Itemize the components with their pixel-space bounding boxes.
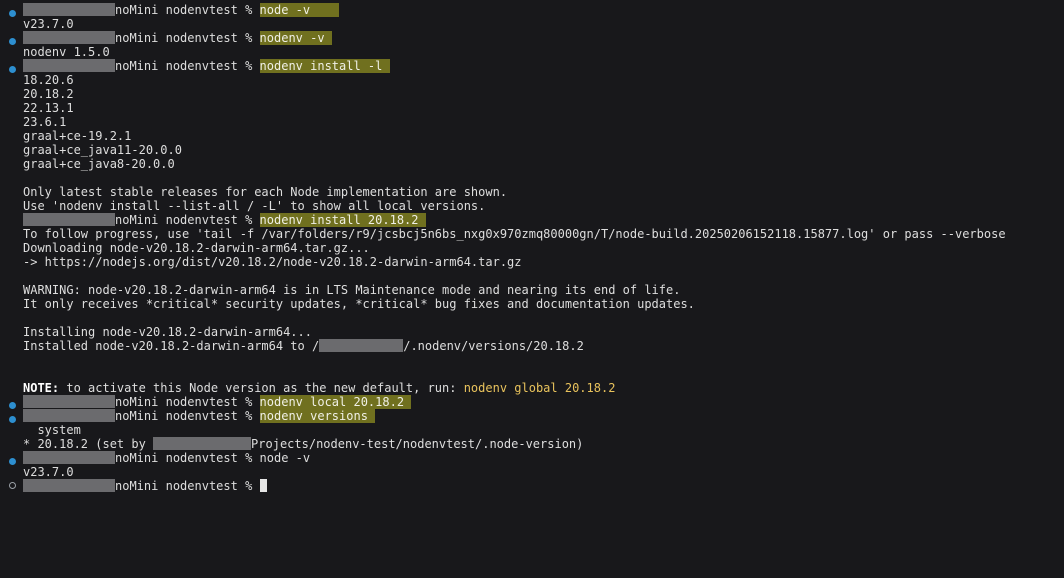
output-line: graal+ce-19.2.1 — [23, 129, 132, 143]
output-line: v23.7.0 — [23, 465, 74, 479]
active-prompt-line[interactable]: noMini nodenvtest % — [23, 479, 267, 493]
prompt-line: noMini nodenvtest % nodenv install 20.18… — [23, 213, 426, 227]
prompt-line: noMini nodenvtest % nodenv local 20.18.2 — [23, 395, 412, 409]
output-line: * 20.18.2 (set by Projects/nodenv-test/n… — [23, 437, 584, 451]
command-status-icon — [9, 416, 16, 423]
output-line: Installed node-v20.18.2-darwin-arm64 to … — [23, 339, 584, 353]
output-line: It only receives *critical* security upd… — [23, 297, 695, 311]
note-line: NOTE: to activate this Node version as t… — [23, 381, 616, 395]
redacted-username — [23, 31, 115, 44]
terminal-output[interactable]: noMini nodenvtest % node -v v23.7.0 noMi… — [0, 0, 1064, 578]
output-line: 20.18.2 — [23, 87, 74, 101]
command-text: nodenv local 20.18.2 — [259, 395, 405, 409]
command-text: node -v — [259, 3, 311, 17]
output-line: Use 'nodenv install --list-all / -L' to … — [23, 199, 486, 213]
output-line: 18.20.6 — [23, 73, 74, 87]
output-line: graal+ce_java8-20.0.0 — [23, 157, 175, 171]
redacted-username — [319, 339, 404, 352]
prompt-line: noMini nodenvtest % nodenv versions — [23, 409, 376, 423]
command-status-icon — [9, 10, 16, 17]
output-line: graal+ce_java11-20.0.0 — [23, 143, 182, 157]
redacted-username — [153, 437, 252, 450]
prompt-line: noMini nodenvtest % nodenv -v — [23, 31, 332, 45]
command-status-icon — [9, 38, 16, 45]
redacted-username — [23, 451, 115, 464]
output-line: system — [23, 423, 81, 437]
output-line: Downloading node-v20.18.2-darwin-arm64.t… — [23, 241, 370, 255]
output-line: v23.7.0 — [23, 17, 74, 31]
command-text: nodenv -v — [259, 31, 325, 45]
output-line: nodenv 1.5.0 — [23, 45, 110, 59]
command-status-icon — [9, 458, 16, 465]
command-text: nodenv install 20.18.2 — [259, 213, 419, 227]
command-text: nodenv versions — [259, 409, 368, 423]
prompt-line: noMini nodenvtest % nodenv install -l — [23, 59, 390, 73]
output-line: WARNING: node-v20.18.2-darwin-arm64 is i… — [23, 283, 681, 297]
output-line: Only latest stable releases for each Nod… — [23, 185, 508, 199]
command-text: nodenv install -l — [259, 59, 383, 73]
redacted-username — [23, 213, 115, 226]
command-status-icon — [9, 66, 16, 73]
output-line: Installing node-v20.18.2-darwin-arm64... — [23, 325, 312, 339]
command-status-icon — [9, 402, 16, 409]
redacted-username — [23, 479, 115, 492]
redacted-username — [23, 59, 115, 72]
output-line: 22.13.1 — [23, 101, 74, 115]
redacted-username — [23, 3, 115, 16]
prompt-line: noMini nodenvtest % node -v — [23, 3, 340, 17]
redacted-username — [23, 395, 115, 408]
redacted-username — [23, 409, 115, 422]
output-line: -> https://nodejs.org/dist/v20.18.2/node… — [23, 255, 522, 269]
output-line: 23.6.1 — [23, 115, 67, 129]
output-line: To follow progress, use 'tail -f /var/fo… — [23, 227, 1006, 241]
text-cursor[interactable] — [259, 479, 267, 492]
prompt-line: noMini nodenvtest % node -v — [23, 451, 310, 465]
command-text: node -v — [259, 451, 311, 465]
pending-status-icon — [9, 482, 16, 489]
note-command: nodenv global 20.18.2 — [463, 381, 616, 395]
